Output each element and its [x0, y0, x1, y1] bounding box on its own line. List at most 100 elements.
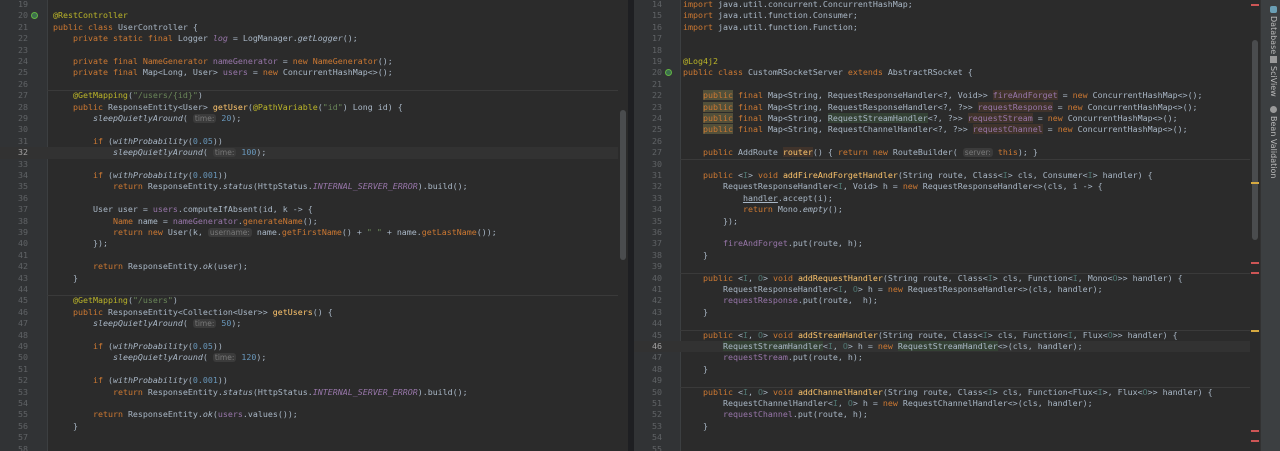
code-line[interactable]: 47 sleepQuietlyAround( time: 50); — [0, 318, 618, 329]
code-line[interactable]: 27 @GetMapping("/users/{id}") — [0, 90, 618, 101]
code-line[interactable]: 39 return new User(k, username: name.get… — [0, 227, 618, 238]
code-line[interactable]: 53 return ResponseEntity.status(HttpStat… — [0, 387, 618, 398]
code-line[interactable]: 14 import java.util.concurrent.Concurrent… — [634, 0, 1250, 10]
code-line[interactable]: 43 } — [634, 307, 1250, 318]
code-token: addRequestHandler — [797, 272, 883, 283]
code-line[interactable]: 44 — [634, 318, 1250, 329]
code-line[interactable]: 27 public AddRoute router() { return new… — [634, 147, 1250, 158]
code-line[interactable]: 38 } — [634, 250, 1250, 261]
error-stripe-marker[interactable] — [1251, 440, 1259, 442]
code-line[interactable]: 35 }); — [634, 216, 1250, 227]
right-scroll-thumb[interactable] — [1252, 40, 1258, 240]
code-line[interactable]: 46 public ResponseEntity<Collection<User… — [0, 307, 618, 318]
warning-stripe-marker[interactable] — [1251, 182, 1259, 184]
code-line[interactable]: 34 if (withProbability(0.001)) — [0, 170, 618, 181]
right-scrollbar[interactable] — [1250, 0, 1260, 451]
code-line[interactable]: 31 if (withProbability(0.05)) — [0, 136, 618, 147]
code-line[interactable]: 57 — [0, 432, 618, 443]
left-scrollbar[interactable] — [618, 0, 628, 451]
code-line[interactable]: 40 }); — [0, 238, 618, 249]
code-line[interactable]: 52 requestChannel.put(route, h); — [634, 409, 1250, 420]
code-line[interactable]: 19 @Log4j2 — [634, 56, 1250, 67]
code-line[interactable]: 35 return ResponseEntity.status(HttpStat… — [0, 181, 618, 192]
code-line[interactable]: 45 public <I, O> void addStreamHandler(S… — [634, 330, 1250, 341]
code-line[interactable]: 21 — [634, 79, 1250, 90]
code-line[interactable]: 26 — [0, 79, 618, 90]
code-line[interactable]: 20 @RestController — [0, 10, 618, 21]
code-line[interactable]: 23 — [0, 45, 618, 56]
code-line[interactable]: 54 — [0, 398, 618, 409]
code-line[interactable]: 19 — [0, 0, 618, 10]
code-line[interactable]: 22 private static final Logger log = Log… — [0, 33, 618, 44]
code-line[interactable]: 53 } — [634, 421, 1250, 432]
spring-bean-icon[interactable] — [665, 69, 672, 77]
code-line[interactable]: 29 sleepQuietlyAround( time: 20); — [0, 113, 618, 124]
code-line[interactable]: 33 handler.accept(i); — [634, 193, 1250, 204]
code-line[interactable]: 54 — [634, 432, 1250, 443]
code-line[interactable]: 49 if (withProbability(0.05)) — [0, 341, 618, 352]
code-line[interactable]: 31 public <I> void addFireAndForgetHandl… — [634, 170, 1250, 181]
code-line[interactable]: 25 public final Map<String, RequestChann… — [634, 124, 1250, 135]
code-line[interactable]: 22 public final Map<String, RequestRespo… — [634, 90, 1250, 101]
code-line[interactable]: 23 public final Map<String, RequestRespo… — [634, 101, 1250, 113]
code-line[interactable]: 36 — [634, 227, 1250, 238]
spring-bean-icon[interactable] — [31, 12, 38, 20]
code-line[interactable]: 15 import java.util.function.Consumer; — [634, 10, 1250, 21]
code-line[interactable]: 17 — [634, 33, 1250, 44]
code-line[interactable]: 49 — [634, 375, 1250, 386]
code-line[interactable]: 33 — [0, 159, 618, 170]
code-line[interactable]: 50 sleepQuietlyAround( time: 120); — [0, 352, 618, 363]
code-line[interactable]: 37 fireAndForget.put(route, h); — [634, 238, 1250, 249]
code-line[interactable]: 55 — [634, 444, 1250, 451]
tool-window-sciview[interactable]: SciView — [1264, 56, 1278, 97]
code-line[interactable]: 32 sleepQuietlyAround( time: 100); — [0, 147, 618, 159]
code-line[interactable]: 42 return ResponseEntity.ok(user); — [0, 261, 618, 272]
code-line[interactable]: 28 public ResponseEntity<User> getUser(@… — [0, 102, 618, 113]
left-scroll-thumb[interactable] — [620, 110, 626, 260]
code-line[interactable]: 38 Name name = nameGenerator.generateNam… — [0, 216, 618, 227]
code-line[interactable]: 42 requestResponse.put(route, h); — [634, 295, 1250, 306]
code-line[interactable]: 58 — [0, 444, 618, 451]
code-line[interactable]: 41 — [0, 250, 618, 261]
code-line[interactable]: 46 RequestStreamHandler<I, O> h = new Re… — [634, 341, 1250, 353]
code-line[interactable]: 39 — [634, 261, 1250, 272]
code-text: @Log4j2 — [683, 56, 718, 67]
code-line[interactable]: 18 — [634, 45, 1250, 56]
code-line[interactable]: 24 public final Map<String, RequestStrea… — [634, 113, 1250, 124]
code-line[interactable]: 34 return Mono.empty(); — [634, 204, 1250, 215]
code-line[interactable]: 21 public class UserController { — [0, 22, 618, 33]
error-stripe-marker[interactable] — [1251, 272, 1259, 274]
code-line[interactable]: 48 } — [634, 364, 1250, 375]
code-line[interactable]: 30 — [0, 124, 618, 135]
code-line[interactable]: 51 RequestChannelHandler<I, O> h = new R… — [634, 398, 1250, 409]
code-line[interactable]: 48 — [0, 330, 618, 341]
error-stripe-marker[interactable] — [1251, 4, 1259, 6]
code-line[interactable]: 52 if (withProbability(0.001)) — [0, 375, 618, 386]
right-editor-pane[interactable]: 14 import java.util.concurrent.Concurrent… — [634, 0, 1260, 451]
code-line[interactable]: 16 import java.util.function.Function; — [634, 22, 1250, 33]
code-line[interactable]: 43 } — [0, 273, 618, 284]
error-stripe-marker[interactable] — [1251, 430, 1259, 432]
code-line[interactable]: 37 User user = users.computeIfAbsent(id,… — [0, 204, 618, 215]
code-line[interactable]: 32 RequestResponseHandler<I, Void> h = n… — [634, 181, 1250, 192]
code-line[interactable]: 30 — [634, 159, 1250, 170]
code-line[interactable]: 40 public <I, O> void addRequestHandler(… — [634, 273, 1250, 284]
code-line[interactable]: 20 public class CustomRSocketServer exten… — [634, 67, 1250, 78]
code-line[interactable]: 47 requestStream.put(route, h); — [634, 352, 1250, 363]
code-line[interactable]: 56 } — [0, 421, 618, 432]
code-line[interactable]: 50 public <I, O> void addChannelHandler(… — [634, 387, 1250, 398]
warning-stripe-marker[interactable] — [1251, 330, 1259, 332]
code-line[interactable]: 24 private final NameGenerator nameGener… — [0, 56, 618, 67]
code-line[interactable]: 44 — [0, 284, 618, 295]
code-line[interactable]: 25 private final Map<Long, User> users =… — [0, 67, 618, 78]
tool-window-database[interactable]: Database — [1264, 6, 1278, 54]
code-line[interactable]: 51 — [0, 364, 618, 375]
error-stripe-marker[interactable] — [1251, 262, 1259, 264]
code-line[interactable]: 41 RequestResponseHandler<I, O> h = new … — [634, 284, 1250, 295]
code-line[interactable]: 36 — [0, 193, 618, 204]
code-line[interactable]: 45 @GetMapping("/users") — [0, 295, 618, 306]
left-editor-pane[interactable]: 19 20 @RestController 21 public class UserCo… — [0, 0, 628, 451]
code-line[interactable]: 26 — [634, 136, 1250, 147]
tool-window-bean-validation[interactable]: Bean Validation — [1264, 106, 1278, 178]
code-line[interactable]: 55 return ResponseEntity.ok(users.values… — [0, 409, 618, 420]
